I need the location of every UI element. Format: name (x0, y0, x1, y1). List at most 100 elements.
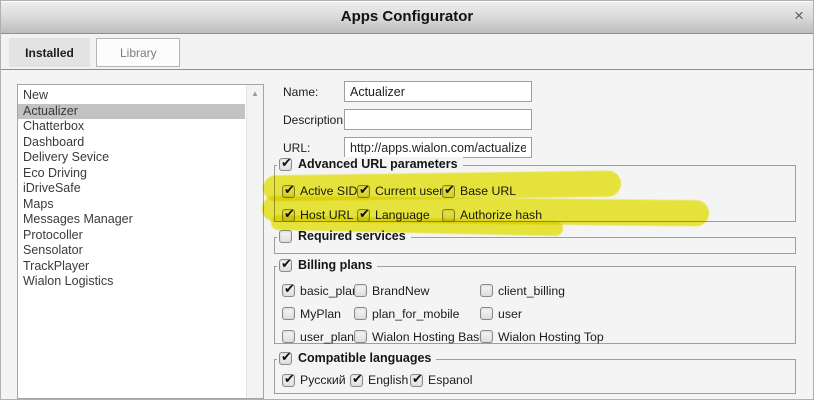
scroll-up-icon[interactable]: ▲ (247, 89, 263, 98)
language-options: Русский English Espanol (282, 371, 795, 389)
language-option: English (350, 373, 410, 387)
app-list-item[interactable]: Delivery Sevice (18, 150, 245, 166)
billing-option: BrandNew (354, 284, 480, 298)
advanced-option: Active SID (282, 184, 357, 198)
app-detail-panel: Name: Description: URL: Advanced URL par… (274, 76, 796, 394)
tab-library[interactable]: Library (96, 38, 180, 67)
billing-plans-label: Billing plans (298, 258, 372, 272)
compatible-languages-legend: Compatible languages (277, 351, 436, 365)
app-list-item[interactable]: Dashboard (18, 135, 245, 151)
name-input[interactable] (344, 81, 532, 102)
app-list-item[interactable]: Maps (18, 197, 245, 213)
app-list-item[interactable]: Sensolator (18, 243, 245, 259)
compatible-languages-checkbox[interactable] (279, 352, 292, 365)
advanced-url-parameters-label: Advanced URL parameters (298, 157, 458, 171)
option-checkbox[interactable] (480, 284, 493, 297)
compatible-languages-label: Compatible languages (298, 351, 431, 365)
advanced-option: Current user (357, 184, 442, 198)
advanced-url-parameters-legend: Advanced URL parameters (277, 157, 463, 171)
option-label: Host URL (300, 208, 353, 222)
close-icon[interactable]: × (789, 6, 809, 26)
option-checkbox[interactable] (357, 185, 370, 198)
option-label: Authorize hash (460, 208, 542, 222)
option-checkbox[interactable] (282, 330, 295, 343)
app-list-item[interactable]: iDriveSafe (18, 181, 245, 197)
option-checkbox[interactable] (410, 374, 423, 387)
tab-installed[interactable]: Installed (9, 38, 90, 67)
option-label: client_billing (498, 284, 565, 298)
option-checkbox[interactable] (442, 209, 455, 222)
language-option: Русский (282, 373, 350, 387)
advanced-url-parameters-group: Advanced URL parameters Active SID Curre… (274, 165, 796, 222)
tab-bar: Installed Library (1, 35, 813, 70)
billing-option: plan_for_mobile (354, 307, 480, 321)
option-label: BrandNew (372, 284, 429, 298)
billing-option: user_plan (282, 330, 354, 344)
name-row: Name: (274, 81, 796, 102)
advanced-option: Host URL (282, 208, 357, 222)
option-label: MyPlan (300, 307, 341, 321)
option-checkbox[interactable] (442, 185, 455, 198)
description-row: Description: (274, 109, 796, 130)
option-checkbox[interactable] (282, 209, 295, 222)
option-label: Current user (375, 184, 443, 198)
option-checkbox[interactable] (282, 284, 295, 297)
url-row: URL: (274, 137, 796, 158)
advanced-options: Active SID Current user Base URL (282, 179, 795, 227)
billing-option: client_billing (480, 284, 795, 298)
name-label: Name: (283, 85, 344, 99)
billing-option: Wialon Hosting Top (480, 330, 795, 344)
app-list-item[interactable]: Wialon Logistics (18, 274, 245, 290)
url-input[interactable] (344, 137, 532, 158)
app-list-item[interactable]: Messages Manager (18, 212, 245, 228)
option-label: basic_plan (300, 284, 359, 298)
option-checkbox[interactable] (354, 284, 367, 297)
required-services-label: Required services (298, 229, 406, 243)
app-list-item[interactable]: Eco Driving (18, 166, 245, 182)
app-list-item[interactable]: New (18, 88, 245, 104)
billing-option: user (480, 307, 795, 321)
billing-plans-legend: Billing plans (277, 258, 377, 272)
advanced-url-parameters-checkbox[interactable] (279, 158, 292, 171)
option-checkbox[interactable] (480, 330, 493, 343)
option-label: user (498, 307, 522, 321)
app-list-item[interactable]: Protocoller (18, 228, 245, 244)
option-checkbox[interactable] (480, 307, 493, 320)
app-list-item[interactable]: Chatterbox (18, 119, 245, 135)
billing-option: MyPlan (282, 307, 354, 321)
description-input[interactable] (344, 109, 532, 130)
dialog-title: Apps Configurator (1, 8, 813, 25)
description-label: Description: (283, 113, 344, 127)
apps-configurator-dialog: Apps Configurator × Installed Library Ne… (0, 0, 814, 400)
option-checkbox[interactable] (354, 307, 367, 320)
option-label: user_plan (300, 330, 354, 344)
option-checkbox[interactable] (282, 185, 295, 198)
option-label: Espanol (428, 373, 472, 387)
app-list[interactable]: New Actualizer Chatterbox Dashboard Deli… (17, 84, 264, 399)
app-list-item[interactable]: TrackPlayer (18, 259, 245, 275)
compatible-languages-group: Compatible languages Русский English (274, 359, 796, 394)
advanced-option: Language (357, 208, 442, 222)
option-checkbox[interactable] (350, 374, 363, 387)
advanced-option: Authorize hash (442, 208, 795, 222)
list-scrollbar[interactable]: ▲ (246, 85, 263, 398)
option-checkbox[interactable] (282, 307, 295, 320)
option-label: plan_for_mobile (372, 307, 460, 321)
option-checkbox[interactable] (282, 374, 295, 387)
billing-option: Wialon Hosting Base (354, 330, 480, 344)
option-label: Active SID (300, 184, 357, 198)
option-checkbox[interactable] (357, 209, 370, 222)
url-label: URL: (283, 141, 344, 155)
option-label: Language (375, 208, 430, 222)
billing-options: basic_plan BrandNew client_billing (282, 279, 795, 348)
billing-option: basic_plan (282, 284, 354, 298)
required-services-legend: Required services (277, 229, 411, 243)
option-checkbox[interactable] (354, 330, 367, 343)
title-bar: Apps Configurator × (1, 1, 813, 34)
billing-plans-checkbox[interactable] (279, 259, 292, 272)
required-services-checkbox[interactable] (279, 230, 292, 243)
language-option: Espanol (410, 373, 795, 387)
app-list-item[interactable]: Actualizer (18, 104, 245, 120)
option-label: Русский (300, 373, 346, 387)
option-label: Base URL (460, 184, 516, 198)
